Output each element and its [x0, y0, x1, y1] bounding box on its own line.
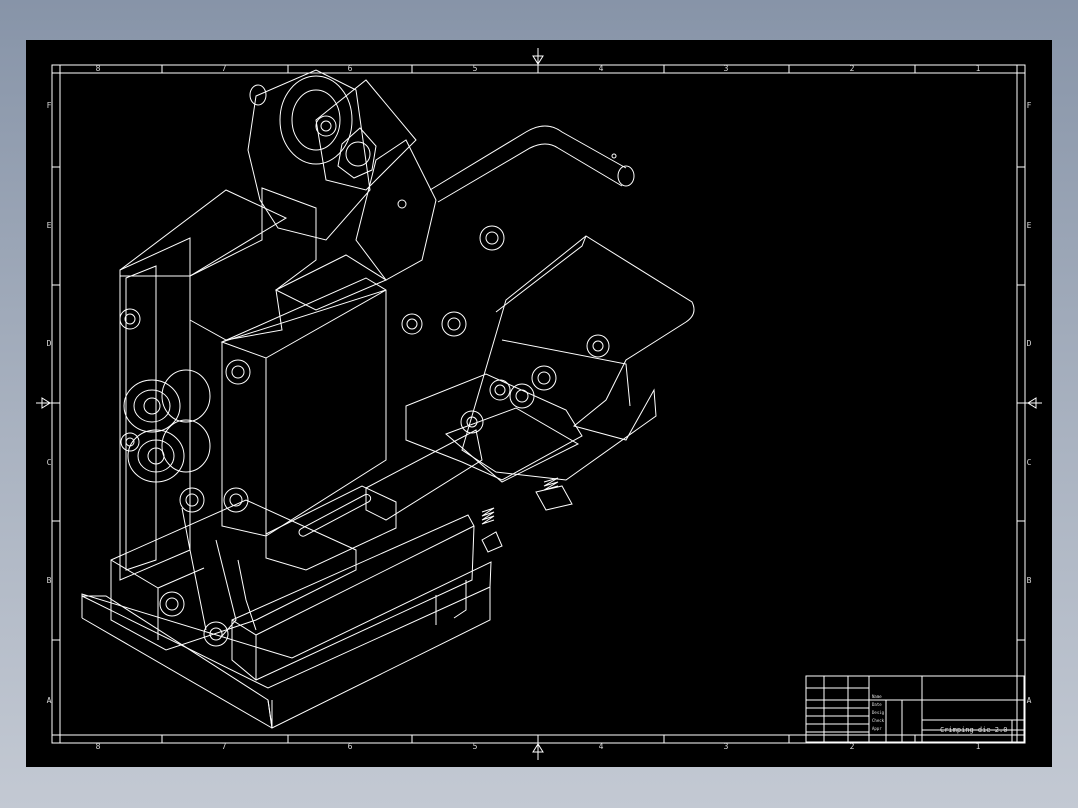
zone-row-label: C: [1027, 458, 1032, 467]
zone-column-label: 5: [473, 742, 478, 751]
zone-column-label: 8: [96, 64, 101, 73]
base-plate: [81, 561, 492, 689]
springs: [481, 477, 573, 553]
centering-marks: [36, 48, 1042, 760]
zone-ticks: [52, 65, 1025, 743]
zone-row-label: E: [1027, 221, 1032, 230]
zone-column-label: 6: [348, 742, 353, 751]
strip-guide-tray: [461, 235, 695, 481]
front-rail: [231, 514, 475, 681]
zone-column-label: 7: [222, 64, 227, 73]
zone-row-label: F: [1027, 101, 1032, 110]
zone-column-label: 2: [850, 64, 855, 73]
zone-row-label: D: [1027, 339, 1032, 348]
zone-column-label: 1: [976, 64, 981, 73]
slotted-block: [265, 485, 397, 571]
ram-block: [221, 277, 387, 537]
feed-rollers: [123, 369, 211, 483]
zone-row-label: F: [47, 101, 52, 110]
crimping-die-assembly: [81, 69, 695, 729]
zone-column-label: 1: [976, 742, 981, 751]
drawing-sheet: 8 8 7 7 6 6 5 5 4 4 3 3 2 2 1 1 F F E E D D C C B B A A Crimping di…: [26, 40, 1052, 767]
zone-row-label: A: [47, 696, 52, 705]
zone-column-label: 4: [599, 64, 604, 73]
title-block-title: Crimping die 2.0: [940, 726, 1007, 734]
inner-frame: [51, 64, 1026, 744]
zone-column-label: 7: [222, 742, 227, 751]
cad-drawing: 8 8 7 7 6 6 5 5 4 4 3 3 2 2 1 1 F F E E D D C C B B A A Crimping di…: [36, 48, 1042, 760]
eccentric-wheel: [247, 69, 437, 281]
zone-row-label: B: [47, 576, 52, 585]
zone-column-label: 5: [473, 64, 478, 73]
zone-row-label: E: [47, 221, 52, 230]
title-block-field-label: Date: [872, 702, 882, 707]
zone-column-label: 3: [724, 742, 729, 751]
zone-column-label: 6: [348, 64, 353, 73]
outer-frame: [51, 64, 1026, 744]
title-block-field-label: Check: [872, 718, 885, 723]
title-block-field-label: Name: [872, 694, 882, 699]
zone-column-label: 2: [850, 742, 855, 751]
title-block-field-label: Appr: [872, 726, 882, 731]
zone-row-label: B: [1027, 576, 1032, 585]
zone-column-label: 3: [724, 64, 729, 73]
zone-row-label: C: [47, 458, 52, 467]
zone-column-label: 8: [96, 742, 101, 751]
zone-row-label: A: [1027, 696, 1032, 705]
handle-rod: [429, 125, 627, 203]
zone-row-label: D: [47, 339, 52, 348]
zone-column-label: 4: [599, 742, 604, 751]
title-block-field-label: Desig: [872, 710, 885, 715]
